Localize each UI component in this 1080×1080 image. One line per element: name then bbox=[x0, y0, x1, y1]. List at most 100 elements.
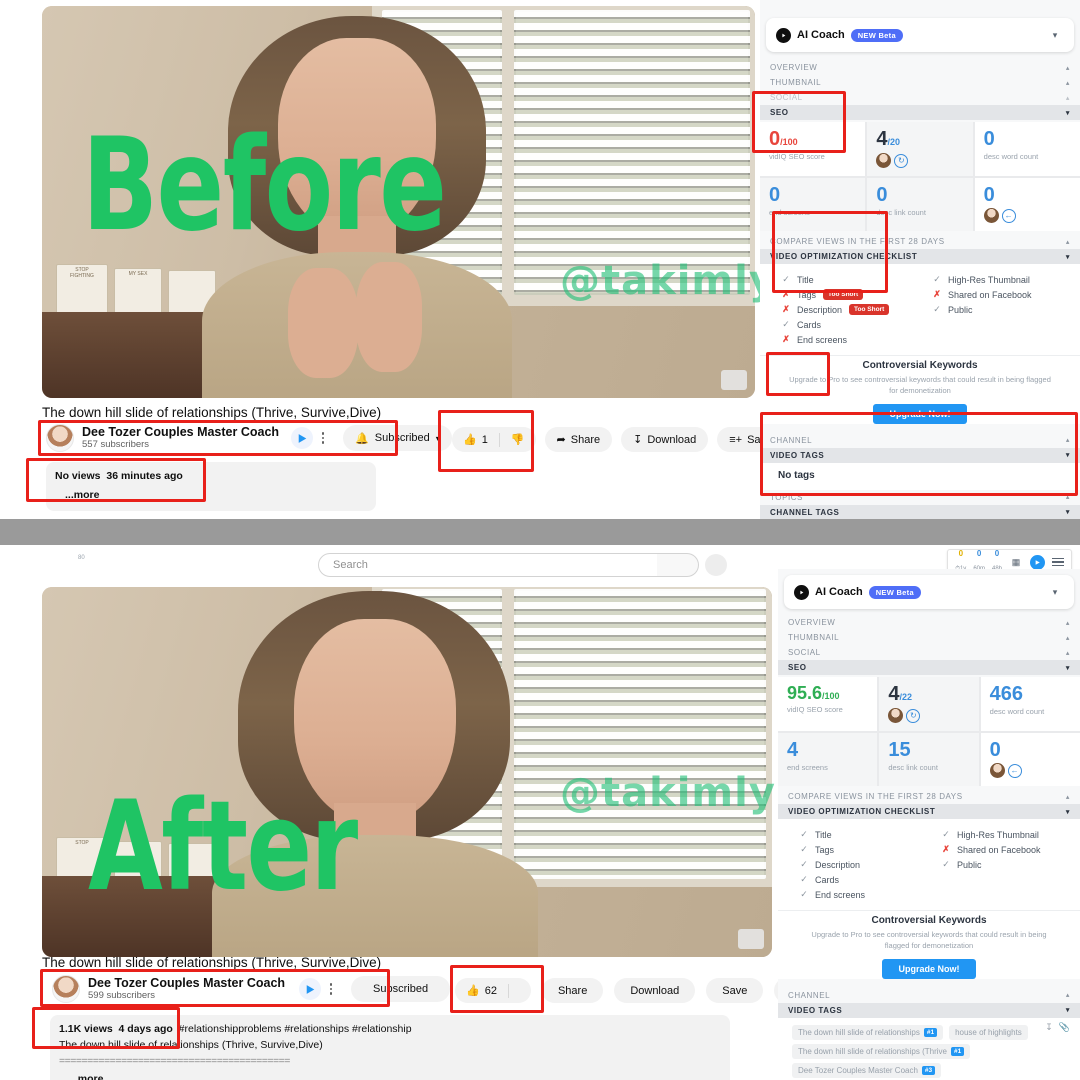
section-overview[interactable]: OVERVIEW ▴ bbox=[778, 615, 1080, 630]
section-social[interactable]: SOCIAL ▴ bbox=[778, 645, 1080, 660]
caret-icon: ▴ bbox=[1065, 238, 1070, 246]
cross-icon: ✗ bbox=[782, 334, 790, 344]
checklist-item: ✓ Public bbox=[933, 302, 1076, 317]
chevron-down-icon[interactable]: ▾ bbox=[1046, 26, 1064, 44]
like-button[interactable]: 👍 1 bbox=[452, 427, 499, 452]
section-thumbnail[interactable]: THUMBNAIL ▴ bbox=[778, 630, 1080, 645]
video-tag-label: The down hill slide of relationships (Th… bbox=[798, 1046, 947, 1056]
user-avatar[interactable] bbox=[705, 554, 727, 576]
checklist-item: ✓ Public bbox=[942, 857, 1076, 872]
ai-coach-card[interactable]: AI Coach NEW Beta ▾ bbox=[784, 575, 1074, 609]
before-description-box[interactable]: No views 36 minutes ago ...more bbox=[46, 462, 376, 511]
section-seo[interactable]: SEO ▾ bbox=[760, 105, 1080, 120]
vidiq-score-icon[interactable] bbox=[291, 427, 314, 449]
tag-tools[interactable]: ↧ 📎 bbox=[1045, 1022, 1070, 1033]
check-icon: ✓ bbox=[800, 889, 808, 899]
section-seo[interactable]: SEO ▾ bbox=[778, 660, 1080, 675]
like-dislike-group[interactable]: 👍 1 👎 bbox=[452, 427, 536, 452]
video-tag[interactable]: Dee Tozer Couples Master Coach #3 bbox=[792, 1062, 942, 1078]
checklist-item: ✓ End screens bbox=[800, 887, 934, 902]
section-social[interactable]: SOCIAL ▴ bbox=[760, 90, 1080, 105]
check-icon: ✓ bbox=[933, 274, 941, 284]
video-tag[interactable]: The down hill slide of relationships (Th… bbox=[792, 1043, 971, 1059]
metric-value: 0 bbox=[983, 128, 995, 150]
more-link[interactable]: ...more bbox=[69, 1072, 721, 1080]
checklist-label: Title bbox=[797, 274, 814, 285]
channel-more-icon[interactable] bbox=[317, 432, 329, 444]
download-icon[interactable]: ↧ bbox=[1045, 1022, 1053, 1033]
metric-desc-word-count: 466 desc word count bbox=[980, 677, 1080, 731]
channel-avatar[interactable] bbox=[46, 424, 74, 452]
hashtags[interactable]: #relationshipproblems #relationships #re… bbox=[179, 1023, 412, 1035]
chevron-down-icon[interactable]: ▾ bbox=[1046, 583, 1064, 601]
section-video-tags[interactable]: VIDEO TAGS ▾ bbox=[778, 1002, 1080, 1018]
channel-name[interactable]: Dee Tozer Couples Master Coach bbox=[88, 976, 285, 990]
metric-label: desc word count bbox=[989, 707, 1045, 716]
section-channel[interactable]: CHANNEL ▴ bbox=[760, 433, 1080, 448]
checklist-item: ✓ Cards bbox=[782, 317, 925, 332]
checklist-label: Description bbox=[815, 859, 861, 870]
view-count: 1.1K views bbox=[59, 1023, 113, 1035]
after-optimization-checklist: ✓ Title ✓ Tags ✓ Description ✓ Cards ✓ End sc… bbox=[778, 819, 1080, 910]
checklist-item: ✗ Shared on Facebook bbox=[933, 287, 1076, 302]
section-compare-views[interactable]: COMPARE VIEWS IN THE FIRST 28 DAYS ▴ bbox=[760, 234, 1080, 249]
section-overview[interactable]: OVERVIEW ▴ bbox=[760, 60, 1080, 75]
subscribed-button[interactable]: 🔔 Subscribed ▾ bbox=[343, 425, 452, 451]
section-thumbnail[interactable]: THUMBNAIL ▴ bbox=[760, 75, 1080, 90]
download-button[interactable]: Download bbox=[614, 978, 696, 1003]
caret-icon: ▴ bbox=[1065, 793, 1070, 801]
subscribed-button[interactable]: Subscribed bbox=[351, 976, 451, 1002]
upgrade-now-button[interactable]: Upgrade Now! bbox=[873, 403, 967, 424]
save-button[interactable]: Save bbox=[706, 978, 764, 1003]
share-button[interactable]: ➦ Share bbox=[544, 427, 613, 452]
section-channel-tags[interactable]: CHANNEL TAGS ▾ bbox=[760, 504, 1080, 519]
caret-icon: ▴ bbox=[1065, 64, 1070, 72]
dislike-button[interactable] bbox=[509, 978, 531, 1003]
bar-chart-icon[interactable]: ▦ bbox=[1009, 555, 1023, 569]
section-checklist[interactable]: VIDEO OPTIMIZATION CHECKLIST ▾ bbox=[760, 249, 1080, 264]
after-description-box[interactable]: 1.1K views 4 days ago #relationshipprobl… bbox=[50, 1015, 730, 1080]
attachment-icon[interactable]: 📎 bbox=[1059, 1022, 1070, 1033]
caret-icon: ▾ bbox=[1065, 664, 1070, 672]
section-channel[interactable]: CHANNEL ▴ bbox=[778, 988, 1080, 1003]
channel-more-icon[interactable] bbox=[325, 983, 337, 995]
ai-coach-card[interactable]: AI Coach NEW Beta ▾ bbox=[766, 18, 1074, 52]
check-icon: ✓ bbox=[942, 859, 950, 869]
refresh-icon: ↻ bbox=[906, 708, 921, 723]
checklist-label: Title bbox=[815, 829, 832, 840]
caret-icon: ▴ bbox=[1065, 649, 1070, 657]
like-dislike-group[interactable]: 👍 62 bbox=[455, 978, 531, 1003]
metric-value: 4/22 bbox=[888, 683, 912, 705]
cross-icon: ✗ bbox=[942, 844, 950, 854]
video-cc-button[interactable] bbox=[738, 929, 764, 949]
metric-label: vidIQ SEO score bbox=[787, 705, 843, 714]
section-checklist[interactable]: VIDEO OPTIMIZATION CHECKLIST ▾ bbox=[778, 804, 1080, 819]
section-video-tags[interactable]: VIDEO TAGS ▾ bbox=[760, 447, 1080, 463]
video-tag[interactable]: The down hill slide of relationships #1 bbox=[792, 1024, 944, 1040]
section-compare-views[interactable]: COMPARE VIEWS IN THE FIRST 28 DAYS ▴ bbox=[778, 789, 1080, 804]
video-cc-button[interactable] bbox=[721, 370, 747, 390]
before-vidiq-sidebar: AI Coach NEW Beta ▾ OVERVIEW ▴ THUMBNAIL ▴… bbox=[760, 0, 1080, 519]
download-button[interactable]: ↧ Download bbox=[621, 427, 709, 452]
upgrade-now-button[interactable]: Upgrade Now! bbox=[882, 958, 976, 979]
metric-desc-word-count: 0 desc word count bbox=[974, 122, 1080, 176]
dislike-button[interactable]: 👎 bbox=[500, 427, 536, 452]
share-icon: ➦ bbox=[556, 434, 566, 446]
vidiq-logo-icon[interactable] bbox=[1030, 554, 1045, 570]
window-blinds-right bbox=[514, 10, 750, 295]
like-button[interactable]: 👍 62 bbox=[455, 978, 508, 1003]
search-input[interactable]: Search bbox=[318, 553, 658, 577]
video-tag[interactable]: house of highlights bbox=[949, 1024, 1028, 1040]
channel-avatar[interactable] bbox=[52, 975, 80, 1003]
checklist-item: ✗ Shared on Facebook bbox=[942, 842, 1076, 857]
hamburger-menu-icon[interactable] bbox=[1052, 557, 1064, 567]
search-button[interactable] bbox=[657, 553, 699, 577]
share-button[interactable]: Share bbox=[541, 978, 604, 1003]
subscriber-icon: ← bbox=[1001, 208, 1016, 223]
share-label: Share bbox=[557, 984, 588, 997]
section-topics[interactable]: TOPICS ▴ bbox=[760, 490, 1080, 505]
checklist-item: ✓ Tags bbox=[800, 842, 934, 857]
vidiq-score-icon[interactable] bbox=[299, 978, 322, 1000]
channel-name[interactable]: Dee Tozer Couples Master Coach bbox=[82, 425, 279, 439]
more-link[interactable]: ...more bbox=[65, 488, 367, 504]
